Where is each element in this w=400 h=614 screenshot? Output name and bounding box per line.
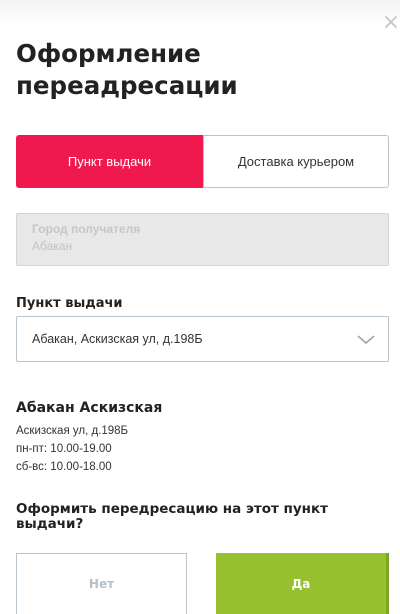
page-title: Оформление переадресации	[16, 38, 356, 102]
tab-pickup[interactable]: Пункт выдачи	[16, 135, 203, 188]
yes-button[interactable]: Да	[216, 553, 389, 614]
city-field-label: Город получателя	[32, 222, 141, 236]
pickup-point-name: Абакан Аскизская	[16, 400, 163, 416]
confirm-question: Оформить передресацию на этот пункт выда…	[16, 501, 328, 532]
pickup-point-hours-weekdays: пн-пт: 10.00-19.00	[16, 443, 112, 455]
pickup-point-select[interactable]: Абакан, Аскизская ул, д.198Б	[16, 316, 389, 362]
city-field-value: Абакан	[32, 239, 73, 253]
title-line-2: переадресации	[16, 71, 238, 100]
pickup-point-address: Аскизская ул, д.198Б	[16, 425, 129, 437]
pickup-select-label: Пункт выдачи	[16, 296, 123, 311]
no-button[interactable]: Нет	[16, 553, 187, 614]
pickup-point-hours-weekend: сб-вс: 10.00-18.00	[16, 461, 112, 473]
chevron-down-icon[interactable]	[356, 330, 376, 350]
modal-top-bar	[0, 0, 400, 26]
close-icon[interactable]: ×	[380, 12, 400, 34]
city-field: Город получателя Абакан	[16, 213, 389, 266]
redirect-modal: × Оформление переадресации Пункт выдачи …	[0, 0, 400, 614]
title-line-1: Оформление	[16, 39, 201, 68]
tab-courier[interactable]: Доставка курьером	[203, 135, 389, 188]
pickup-select-value: Абакан, Аскизская ул, д.198Б	[32, 332, 203, 346]
